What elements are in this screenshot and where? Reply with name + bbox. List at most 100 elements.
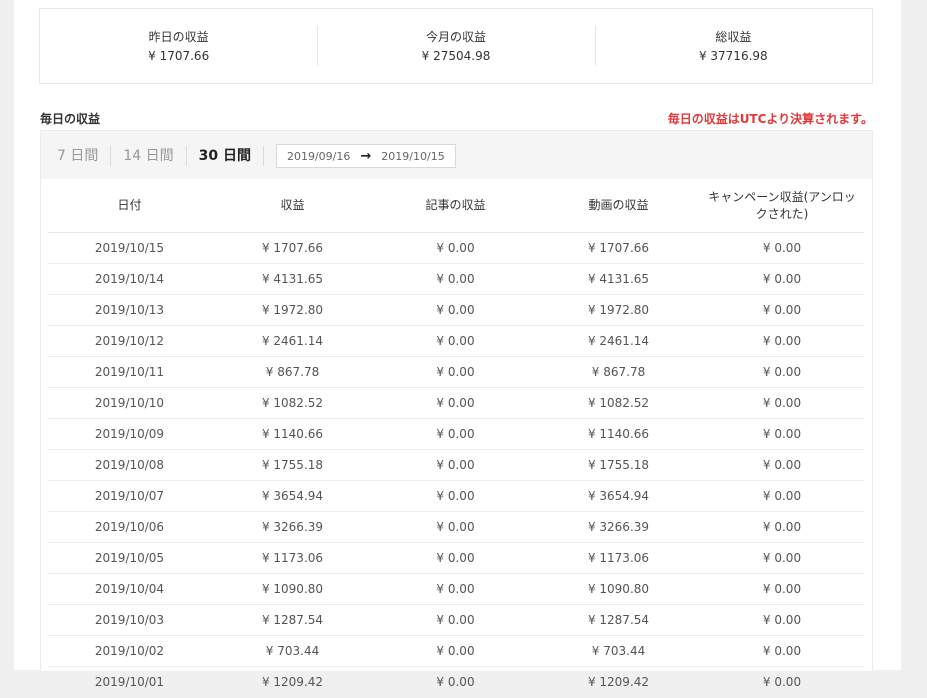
cell-video-earnings: ¥ 4131.65 bbox=[537, 263, 700, 295]
cell-earnings: ¥ 1173.06 bbox=[211, 542, 374, 574]
cell-campaign-earnings: ¥ 0.00 bbox=[700, 294, 864, 326]
table-row: 2019/10/09 ¥ 1140.66 ¥ 0.00 ¥ 1140.66 ¥ 0.00 bbox=[48, 418, 864, 450]
summary-yesterday-value: ¥ 1707.66 bbox=[148, 48, 210, 63]
arrow-right-icon: → bbox=[360, 148, 372, 164]
header-video-earnings: 動画の収益 bbox=[537, 179, 700, 233]
cell-article-earnings: ¥ 0.00 bbox=[374, 325, 537, 357]
cell-article-earnings: ¥ 0.00 bbox=[374, 542, 537, 574]
cell-earnings: ¥ 867.78 bbox=[211, 356, 374, 388]
cell-article-earnings: ¥ 0.00 bbox=[374, 418, 537, 450]
cell-video-earnings: ¥ 1140.66 bbox=[537, 418, 700, 450]
cell-date: 2019/10/14 bbox=[48, 263, 211, 295]
cell-article-earnings: ¥ 0.00 bbox=[374, 511, 537, 543]
table-row: 2019/10/06 ¥ 3266.39 ¥ 0.00 ¥ 3266.39 ¥ 0.00 bbox=[48, 511, 864, 543]
cell-date: 2019/10/12 bbox=[48, 325, 211, 357]
cell-earnings: ¥ 1082.52 bbox=[211, 387, 374, 419]
cell-earnings: ¥ 4131.65 bbox=[211, 263, 374, 295]
cell-video-earnings: ¥ 3266.39 bbox=[537, 511, 700, 543]
table-row: 2019/10/04 ¥ 1090.80 ¥ 0.00 ¥ 1090.80 ¥ 0.00 bbox=[48, 573, 864, 605]
cell-campaign-earnings: ¥ 0.00 bbox=[700, 232, 864, 264]
cell-earnings: ¥ 2461.14 bbox=[211, 325, 374, 357]
cell-campaign-earnings: ¥ 0.00 bbox=[700, 325, 864, 357]
summary-month: 今月の収益 ¥ 27504.98 bbox=[317, 25, 594, 66]
page-content: 昨日の収益 ¥ 1707.66 今月の収益 ¥ 27504.98 総収益 ¥ 3… bbox=[14, 0, 901, 698]
cell-campaign-earnings: ¥ 0.00 bbox=[700, 387, 864, 419]
earnings-table-container: 日付 収益 記事の収益 動画の収益 キャンペーン収益(アンロックされた) 201… bbox=[41, 179, 872, 698]
table-row: 2019/10/07 ¥ 3654.94 ¥ 0.00 ¥ 3654.94 ¥ 0.00 bbox=[48, 480, 864, 512]
table-body: 2019/10/15 ¥ 1707.66 ¥ 0.00 ¥ 1707.66 ¥ 0.00… bbox=[48, 232, 864, 698]
cell-campaign-earnings: ¥ 0.00 bbox=[700, 511, 864, 543]
cell-date: 2019/10/11 bbox=[48, 356, 211, 388]
cell-campaign-earnings: ¥ 0.00 bbox=[700, 635, 864, 667]
cell-video-earnings: ¥ 1209.42 bbox=[537, 666, 700, 698]
table-row: 2019/10/14 ¥ 4131.65 ¥ 0.00 ¥ 4131.65 ¥ 0.00 bbox=[48, 263, 864, 295]
header-article-earnings: 記事の収益 bbox=[374, 179, 537, 233]
table-row: 2019/10/10 ¥ 1082.52 ¥ 0.00 ¥ 1082.52 ¥ 0.00 bbox=[48, 387, 864, 419]
cell-video-earnings: ¥ 1082.52 bbox=[537, 387, 700, 419]
cell-video-earnings: ¥ 1287.54 bbox=[537, 604, 700, 636]
tab-7-days[interactable]: 7 日間 bbox=[57, 146, 112, 166]
cell-video-earnings: ¥ 1972.80 bbox=[537, 294, 700, 326]
table-row: 2019/10/03 ¥ 1287.54 ¥ 0.00 ¥ 1287.54 ¥ 0.00 bbox=[48, 604, 864, 636]
cell-earnings: ¥ 1755.18 bbox=[211, 449, 374, 481]
utc-notice: 毎日の収益はUTCより決算されます。 bbox=[667, 112, 873, 126]
tab-30-days[interactable]: 30 日間 bbox=[187, 146, 264, 166]
cell-campaign-earnings: ¥ 0.00 bbox=[700, 573, 864, 605]
cell-video-earnings: ¥ 703.44 bbox=[537, 635, 700, 667]
page-gutter bbox=[901, 0, 927, 670]
cell-date: 2019/10/09 bbox=[48, 418, 211, 450]
summary-yesterday: 昨日の収益 ¥ 1707.66 bbox=[40, 28, 317, 65]
cell-campaign-earnings: ¥ 0.00 bbox=[700, 263, 864, 295]
table-row: 2019/10/15 ¥ 1707.66 ¥ 0.00 ¥ 1707.66 ¥ 0.00 bbox=[48, 232, 864, 264]
header-earnings: 収益 bbox=[211, 179, 374, 233]
cell-campaign-earnings: ¥ 0.00 bbox=[700, 604, 864, 636]
cell-campaign-earnings: ¥ 0.00 bbox=[700, 418, 864, 450]
cell-earnings: ¥ 703.44 bbox=[211, 635, 374, 667]
cell-video-earnings: ¥ 867.78 bbox=[537, 356, 700, 388]
cell-date: 2019/10/02 bbox=[48, 635, 211, 667]
table-row: 2019/10/13 ¥ 1972.80 ¥ 0.00 ¥ 1972.80 ¥ 0.00 bbox=[48, 294, 864, 326]
cell-article-earnings: ¥ 0.00 bbox=[374, 232, 537, 264]
cell-date: 2019/10/10 bbox=[48, 387, 211, 419]
table-row: 2019/10/05 ¥ 1173.06 ¥ 0.00 ¥ 1173.06 ¥ 0.00 bbox=[48, 542, 864, 574]
cell-article-earnings: ¥ 0.00 bbox=[374, 635, 537, 667]
summary-yesterday-label: 昨日の収益 bbox=[148, 29, 209, 44]
cell-earnings: ¥ 1287.54 bbox=[211, 604, 374, 636]
table-row: 2019/10/02 ¥ 703.44 ¥ 0.00 ¥ 703.44 ¥ 0.00 bbox=[48, 635, 864, 667]
cell-article-earnings: ¥ 0.00 bbox=[374, 449, 537, 481]
cell-video-earnings: ¥ 1090.80 bbox=[537, 573, 700, 605]
summary-total: 総収益 ¥ 37716.98 bbox=[594, 25, 872, 66]
table-row: 2019/10/01 ¥ 1209.42 ¥ 0.00 ¥ 1209.42 ¥ 0.00 bbox=[48, 666, 864, 698]
cell-video-earnings: ¥ 1755.18 bbox=[537, 449, 700, 481]
cell-date: 2019/10/06 bbox=[48, 511, 211, 543]
table-row: 2019/10/12 ¥ 2461.14 ¥ 0.00 ¥ 2461.14 ¥ 0.00 bbox=[48, 325, 864, 357]
date-range-picker[interactable]: 2019/09/16 → 2019/10/15 bbox=[275, 144, 456, 168]
cell-earnings: ¥ 3266.39 bbox=[211, 511, 374, 543]
cell-video-earnings: ¥ 1707.66 bbox=[537, 232, 700, 264]
cell-earnings: ¥ 1707.66 bbox=[211, 232, 374, 264]
cell-article-earnings: ¥ 0.00 bbox=[374, 263, 537, 295]
cell-date: 2019/10/04 bbox=[48, 573, 211, 605]
tab-14-days[interactable]: 14 日間 bbox=[111, 146, 187, 166]
cell-campaign-earnings: ¥ 0.00 bbox=[700, 356, 864, 388]
cell-earnings: ¥ 1140.66 bbox=[211, 418, 374, 450]
cell-article-earnings: ¥ 0.00 bbox=[374, 666, 537, 698]
cell-article-earnings: ¥ 0.00 bbox=[374, 387, 537, 419]
summary-month-value: ¥ 27504.98 bbox=[421, 48, 491, 63]
cell-earnings: ¥ 3654.94 bbox=[211, 480, 374, 512]
header-date: 日付 bbox=[48, 179, 211, 233]
cell-campaign-earnings: ¥ 0.00 bbox=[700, 542, 864, 574]
daily-earnings-panel: 7 日間 14 日間 30 日間 2019/09/16 → 2019/10/15… bbox=[40, 130, 873, 698]
cell-date: 2019/10/05 bbox=[48, 542, 211, 574]
range-tabs: 7 日間 14 日間 30 日間 2019/09/16 → 2019/10/15 bbox=[57, 143, 456, 169]
table-header-row: 日付 収益 記事の収益 動画の収益 キャンペーン収益(アンロックされた) bbox=[48, 179, 864, 233]
date-from: 2019/09/16 bbox=[286, 149, 351, 163]
header-campaign-earnings: キャンペーン収益(アンロックされた) bbox=[700, 179, 864, 233]
date-to: 2019/10/15 bbox=[381, 149, 445, 163]
cell-earnings: ¥ 1972.80 bbox=[211, 294, 374, 326]
cell-video-earnings: ¥ 1173.06 bbox=[537, 542, 700, 574]
cell-video-earnings: ¥ 2461.14 bbox=[537, 325, 700, 357]
cell-campaign-earnings: ¥ 0.00 bbox=[700, 666, 864, 698]
summary-month-label: 今月の収益 bbox=[425, 29, 486, 44]
table-row: 2019/10/08 ¥ 1755.18 ¥ 0.00 ¥ 1755.18 ¥ 0.00 bbox=[48, 449, 864, 481]
